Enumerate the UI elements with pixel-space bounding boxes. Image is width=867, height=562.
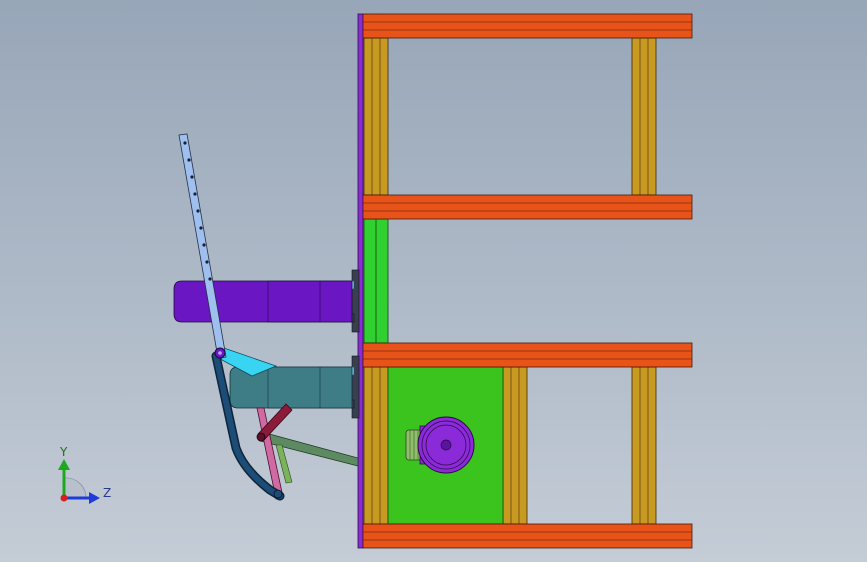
coordinate-triad: Y Z xyxy=(58,445,111,504)
y-axis-label: Y xyxy=(59,445,68,459)
upper-cylinder-flange[interactable] xyxy=(351,269,360,333)
motor-shaft xyxy=(440,439,452,451)
frame-assembly[interactable] xyxy=(357,13,693,549)
rail-upper-middle[interactable] xyxy=(362,194,693,220)
perforated-rail[interactable] xyxy=(178,133,227,359)
post-lower-left[interactable] xyxy=(363,366,389,525)
lower-end-pivot[interactable] xyxy=(273,489,283,499)
z-axis-head xyxy=(89,492,100,504)
rail-lower-middle[interactable] xyxy=(362,342,693,368)
rail-bottom[interactable] xyxy=(362,523,693,549)
upper-cylinder-body[interactable] xyxy=(173,280,353,323)
z-axis-label: Z xyxy=(103,486,111,500)
triad-rotation-arc xyxy=(63,477,87,499)
post-lower-right[interactable] xyxy=(631,366,657,525)
maroon-pivot[interactable] xyxy=(256,432,266,442)
post-upper-right[interactable] xyxy=(631,37,657,196)
x-axis-origin xyxy=(60,494,68,502)
cylinder-assembly[interactable] xyxy=(173,269,360,419)
post-upper-left[interactable] xyxy=(363,37,389,196)
post-lower-middle[interactable] xyxy=(502,366,528,525)
lower-cylinder-flange[interactable] xyxy=(351,355,360,419)
cad-viewport[interactable]: Y Z xyxy=(0,0,867,562)
rail-top[interactable] xyxy=(362,13,693,39)
y-axis-head xyxy=(58,459,70,470)
